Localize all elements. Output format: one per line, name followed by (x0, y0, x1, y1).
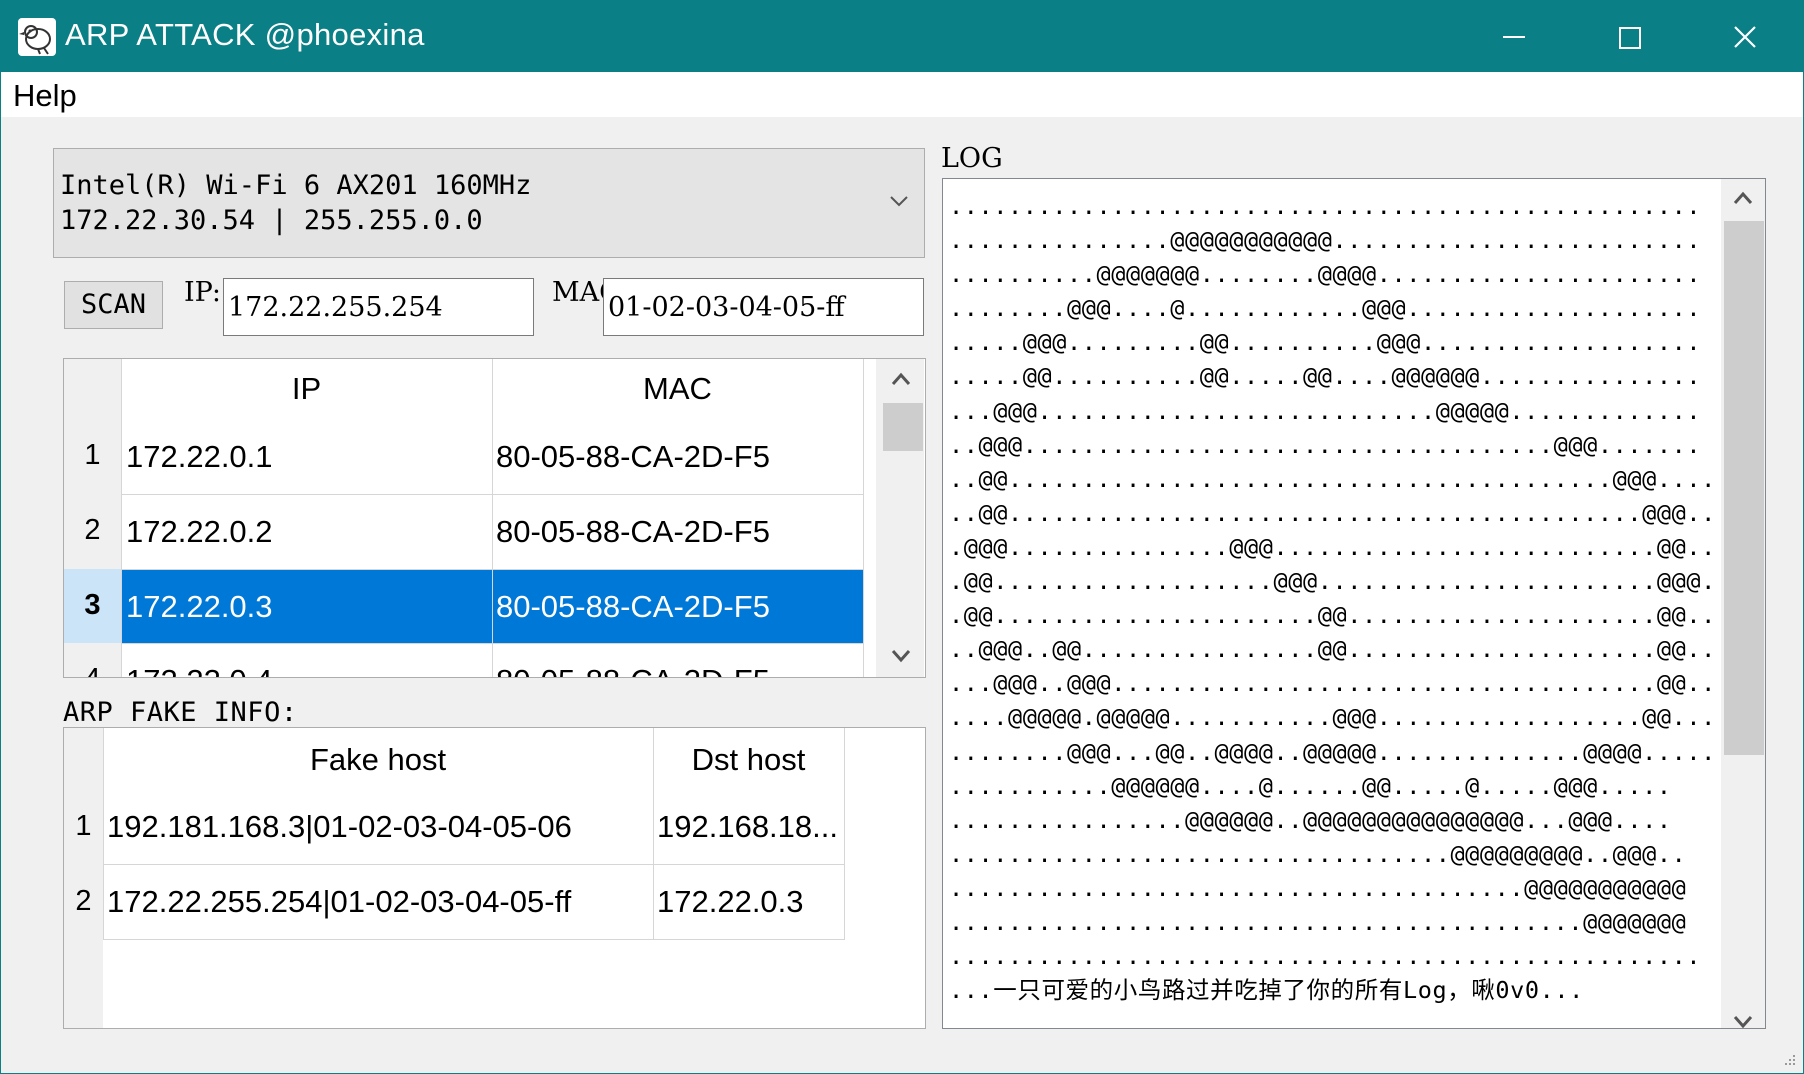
log-line: .@@@...............@@@..................… (949, 532, 1746, 561)
log-line: .....@@..........@@.....@@....@@@@@@....… (949, 362, 1702, 391)
scan-button[interactable]: SCAN (64, 281, 163, 329)
row-number[interactable]: 2 (64, 885, 103, 918)
log-line: ..@@@...................................… (949, 430, 1702, 459)
log-line: .....@@@.........@@..........@@@........… (949, 328, 1702, 357)
app-window: ARP ATTACK @phoexina Help Intel(R) Wi-Fi… (0, 0, 1804, 1074)
row-divider (121, 643, 864, 644)
log-line: .......................................@… (949, 873, 1687, 902)
log-scrollbar[interactable] (1721, 179, 1765, 1028)
row-number[interactable]: 3 (64, 589, 121, 622)
host-ip-cell[interactable]: 172.22.0.3 (126, 589, 273, 625)
hosts-table[interactable]: IP MAC 1 172.22.0.1 80-05-88-CA-2D-F5 2 … (63, 358, 926, 678)
log-line: ...............@@@@@@@@@@@..............… (949, 226, 1702, 255)
log-line: ........@@@...@@..@@@@..@@@@@...........… (949, 737, 1716, 766)
log-title: LOG (941, 143, 1003, 174)
row-divider (103, 864, 845, 865)
scroll-thumb[interactable] (883, 403, 923, 451)
row-number[interactable]: 1 (64, 810, 103, 843)
ip-label: IP: (184, 277, 221, 308)
row-divider (103, 939, 845, 940)
host-mac-cell[interactable]: 80-05-88-CA-2D-F5 (496, 439, 770, 475)
log-textarea[interactable]: ........................................… (942, 178, 1766, 1029)
maximize-button[interactable] (1572, 1, 1687, 72)
fake-info-table[interactable]: Fake host Dst host 1 192.181.168.3|01-02… (63, 727, 926, 1029)
host-ip-cell[interactable]: 172.22.0.2 (126, 514, 273, 550)
log-line: ........@@@....@............@@@.........… (949, 294, 1702, 323)
log-line: ....@@@@@.@@@@@...........@@@...........… (949, 703, 1731, 732)
log-line: ..@@....................................… (949, 498, 1746, 527)
close-icon (1734, 26, 1756, 48)
adapter-combobox[interactable]: Intel(R) Wi-Fi 6 AX201 160MHz 172.22.30.… (53, 148, 925, 258)
log-line: ...@@@...........................@@@@@..… (949, 396, 1702, 425)
close-button[interactable] (1687, 1, 1802, 72)
host-mac-cell[interactable]: 80-05-88-CA-2D-F5 (496, 514, 770, 550)
log-line: ...@@@..@@@.............................… (949, 669, 1746, 698)
row-number[interactable]: 2 (64, 514, 121, 547)
scroll-up-icon[interactable] (891, 372, 911, 386)
row-header-column (64, 728, 103, 1028)
scroll-up-icon[interactable] (1733, 191, 1753, 205)
column-header-ip[interactable]: IP (121, 371, 492, 407)
row-number[interactable]: 1 (64, 439, 121, 472)
menu-help[interactable]: Help (11, 78, 79, 114)
column-header-mac[interactable]: MAC (492, 371, 863, 407)
size-grip-icon[interactable] (1784, 1054, 1796, 1066)
host-ip-cell[interactable]: 172.22.0.1 (126, 439, 273, 475)
bird-logo-icon (18, 18, 56, 56)
log-line: ..@@....................................… (949, 464, 1746, 493)
column-header-dst-host[interactable]: Dst host (653, 742, 844, 778)
dst-host-cell[interactable]: 192.168.18... (657, 809, 838, 845)
log-line: ..................................@@@@@@… (949, 839, 1687, 868)
dst-host-cell[interactable]: 172.22.0.3 (657, 884, 804, 920)
log-line: ...一只可爱的小鸟路过并吃掉了你的所有Log，啾0v0... (949, 976, 1584, 1005)
log-line: ..@@@..@@................@@.............… (949, 635, 1746, 664)
chevron-down-icon[interactable] (890, 195, 908, 207)
fake-host-cell[interactable]: 172.22.255.254|01-02-03-04-05-ff (107, 884, 571, 920)
adapter-name: Intel(R) Wi-Fi 6 AX201 160MHz (60, 170, 532, 201)
column-divider (844, 728, 845, 939)
host-mac-cell[interactable]: 80-05-88-CA-2D-F5 (496, 589, 770, 625)
host-mac-cell[interactable]: 80-05-88-CA-2D-F5 (496, 663, 770, 677)
column-divider (863, 359, 864, 677)
log-line: ................@@@@@@..@@@@@@@@@@@@@@@.… (949, 805, 1672, 834)
column-header-fake-host[interactable]: Fake host (103, 742, 653, 778)
log-line: ...........@@@@@@....@......@@.....@....… (949, 771, 1672, 800)
log-line: .@@...................@@@...............… (949, 567, 1761, 596)
scroll-down-icon[interactable] (1733, 1015, 1753, 1029)
window-title: ARP ATTACK @phoexina (65, 17, 425, 52)
title-bar[interactable]: ARP ATTACK @phoexina (1, 1, 1803, 72)
fake-host-cell[interactable]: 192.181.168.3|01-02-03-04-05-06 (107, 809, 572, 845)
log-line: ..........@@@@@@@........@@@@...........… (949, 260, 1702, 289)
scroll-down-icon[interactable] (891, 649, 911, 663)
hosts-scrollbar[interactable] (876, 359, 924, 677)
log-line: ........................................… (949, 192, 1702, 220)
scroll-thumb[interactable] (1724, 221, 1764, 755)
adapter-address: 172.22.30.54 | 255.255.0.0 (60, 205, 483, 236)
menu-bar: Help (1, 72, 1803, 117)
row-number[interactable]: 4 (64, 663, 121, 677)
host-ip-cell[interactable]: 172.22.0.4 (126, 663, 273, 677)
row-divider (121, 569, 864, 570)
fake-info-title: ARP FAKE INFO: (63, 697, 298, 728)
row-divider (121, 494, 864, 495)
minimize-button[interactable] (1457, 1, 1572, 72)
log-line: ........................................… (949, 942, 1702, 971)
ip-field[interactable]: 172.22.255.254 (223, 278, 534, 336)
mac-field[interactable]: 01-02-03-04-05-ff (603, 278, 924, 336)
log-line: .@@......................@@.............… (949, 601, 1746, 630)
log-line: ........................................… (949, 907, 1687, 936)
log-content: ........................................… (949, 189, 1760, 1007)
